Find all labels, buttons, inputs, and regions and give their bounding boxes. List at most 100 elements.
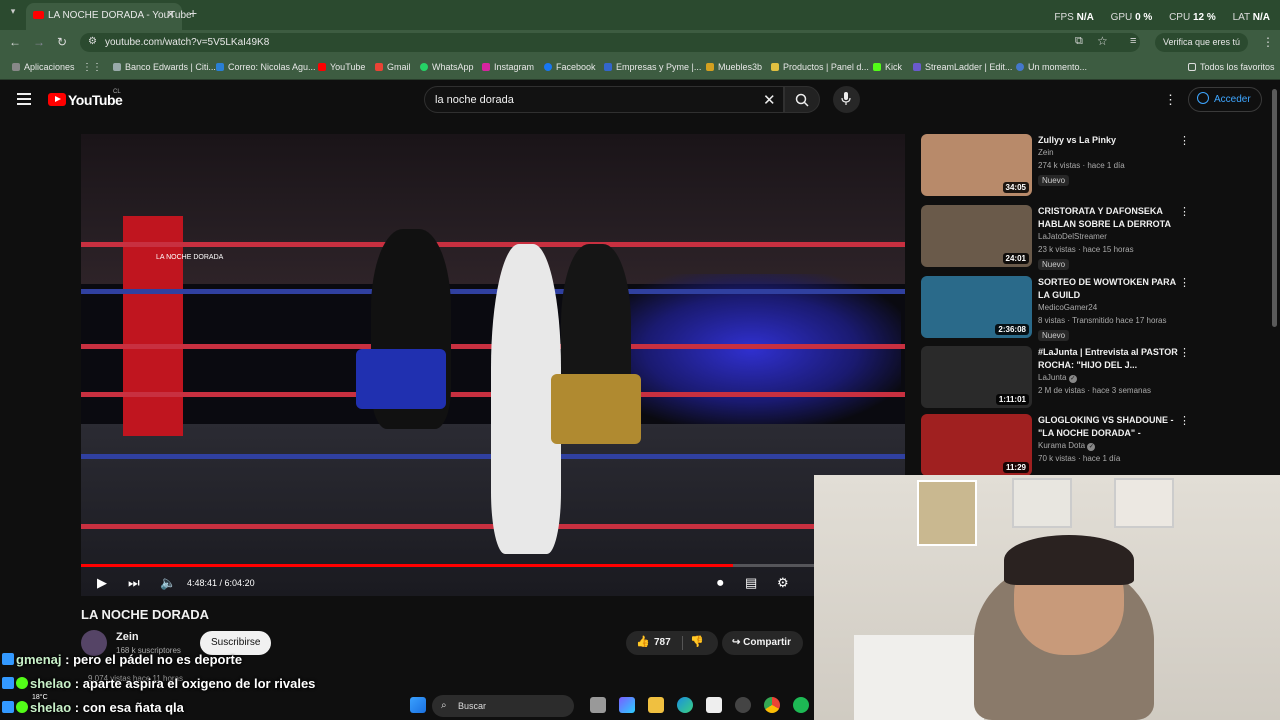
forward-icon[interactable]: →	[33, 35, 45, 49]
bookmark-item[interactable]: Banco Edwards | Citi...	[113, 62, 216, 72]
recommendation-title[interactable]: #LaJunta | Entrevista al PASTOR ROCHA: "…	[1038, 346, 1178, 372]
install-app-icon[interactable]: ⧉	[1075, 35, 1083, 48]
recommendation-thumbnail[interactable]: 1:11:01	[921, 346, 1032, 408]
taskbar-search[interactable]: ⌕ Buscar	[432, 695, 574, 717]
menu-icon[interactable]	[17, 93, 31, 105]
recommendation-menu-icon[interactable]: ⋮	[1179, 414, 1190, 427]
browser-toolbar: ← → ↻ ⚙ youtube.com/watch?v=5V5LKaI49K8 …	[0, 30, 1280, 55]
all-favorites-folder[interactable]: Todos los favoritos	[1188, 62, 1275, 72]
video-player[interactable]: LA NOCHE DORADA ▶ ⏭ 🔈 4:48:41 / 6:04:20 …	[81, 134, 905, 596]
recommendation-card[interactable]: 34:05 Zullyy vs La Pinky Zein 274 k vistas …	[921, 134, 1261, 200]
dell-icon[interactable]	[735, 697, 751, 713]
recommendation-menu-icon[interactable]: ⋮	[1179, 205, 1190, 218]
search-input[interactable]: la noche dorada ✕	[424, 86, 784, 113]
bookmark-item[interactable]: StreamLadder | Edit...	[913, 62, 1012, 72]
recommendation-channel[interactable]: Kurama Dota ✓	[1038, 441, 1096, 451]
recommendation-thumbnail[interactable]: 2:36:08	[921, 276, 1032, 338]
stat-value: N/A	[1252, 12, 1270, 23]
volume-icon[interactable]: 🔈	[160, 575, 176, 591]
recommendation-thumbnail[interactable]: 11:29	[921, 414, 1032, 476]
recommendation-title[interactable]: CRISTORATA Y DAFONSEKA HABLAN SOBRE LA D…	[1038, 205, 1178, 232]
recommendation-channel[interactable]: LaJatoDelStreamer	[1038, 232, 1107, 241]
tab-search-icon[interactable]: ▾	[6, 6, 20, 20]
recommendation-menu-icon[interactable]: ⋮	[1179, 346, 1190, 359]
windows-start-icon[interactable]	[410, 697, 426, 713]
dislike-icon[interactable]: 👎	[690, 635, 704, 648]
edge-icon[interactable]	[677, 697, 693, 713]
browser-menu-icon[interactable]: ⋮	[1262, 35, 1274, 49]
recommendation-channel[interactable]: Zein	[1038, 148, 1054, 157]
bookmark-item[interactable]: Empresas y Pyme |...	[604, 62, 701, 72]
ring-rope	[81, 289, 905, 294]
apps-grid-icon[interactable]: ⋮⋮	[82, 62, 102, 73]
recommendation-channel[interactable]: MedicoGamer24	[1038, 303, 1097, 312]
site-info-icon[interactable]: ⚙	[88, 36, 97, 47]
like-count[interactable]: 787	[654, 637, 671, 648]
youtube-header: YouTube CL la noche dorada ✕ ⋮ Acceder	[0, 81, 1280, 121]
settings-kebab-icon[interactable]: ⋮	[1164, 92, 1177, 108]
file-explorer-icon[interactable]	[648, 697, 664, 713]
youtube-favicon-icon	[33, 11, 44, 19]
copilot-icon[interactable]	[619, 697, 635, 713]
sign-in-button[interactable]: Acceder	[1188, 87, 1262, 112]
address-bar[interactable]: ⚙ youtube.com/watch?v=5V5LKaI49K8 ⧉ ☆	[80, 33, 1140, 52]
bookmark-item[interactable]: WhatsApp	[420, 62, 474, 72]
video-time: 4:48:41 / 6:04:20	[187, 578, 255, 588]
fighter-right-shorts	[551, 374, 641, 444]
bookmark-item[interactable]: YouTube	[318, 62, 365, 72]
voice-search-button[interactable]	[833, 86, 860, 113]
recommendation-title[interactable]: Zullyy vs La Pinky	[1038, 134, 1178, 147]
new-tab-icon[interactable]: +	[189, 5, 197, 21]
recommendation-menu-icon[interactable]: ⋮	[1179, 276, 1190, 289]
bookmark-label: Empresas y Pyme |...	[616, 62, 702, 72]
bookmark-item[interactable]: Aplicaciones	[12, 62, 75, 72]
bookmark-item[interactable]: Kick	[873, 62, 902, 72]
share-icon: ↪	[732, 637, 744, 648]
recommendation-title[interactable]: GLOGLOKING VS SHADOUNE - "LA NOCHE DORAD…	[1038, 414, 1178, 441]
like-icon[interactable]: 👍	[636, 635, 650, 648]
bookmark-item[interactable]: Correo: Nicolas Agu...	[216, 62, 316, 72]
reading-list-icon[interactable]: ≡	[1130, 35, 1136, 47]
recommendation-title[interactable]: SORTEO DE WOWTOKEN PARA LA GUILD	[1038, 276, 1178, 302]
bookmark-item[interactable]: Instagram	[482, 62, 534, 72]
tab-youtube[interactable]: LA NOCHE DORADA - YouTube ✕	[26, 3, 192, 30]
recommendation-card[interactable]: 1:11:01 #LaJunta | Entrevista al PASTOR R…	[921, 346, 1261, 412]
video-progress-bar[interactable]	[81, 564, 905, 567]
chat-badge-icon	[16, 701, 28, 713]
page-scrollbar[interactable]	[1272, 89, 1277, 327]
autoplay-toggle-icon[interactable]: ⏺	[717, 575, 724, 591]
spotify-icon[interactable]	[793, 697, 809, 713]
task-view-icon[interactable]	[590, 697, 606, 713]
settings-gear-icon[interactable]: ⚙	[777, 575, 789, 591]
reload-icon[interactable]: ↻	[57, 35, 67, 49]
bookmark-item[interactable]: Muebles3b	[706, 62, 762, 72]
bookmark-star-icon[interactable]: ☆	[1097, 34, 1108, 48]
recommendation-card[interactable]: 24:01 CRISTORATA Y DAFONSEKA HABLAN SOBRE…	[921, 205, 1261, 271]
store-icon[interactable]	[706, 697, 722, 713]
back-icon[interactable]: ←	[9, 35, 21, 49]
share-button[interactable]: ↪ Compartir	[722, 631, 803, 655]
recommendation-card[interactable]: 11:29 GLOGLOKING VS SHADOUNE - "LA NOCHE …	[921, 414, 1261, 480]
recommendation-card[interactable]: 2:36:08 SORTEO DE WOWTOKEN PARA LA GUILD M…	[921, 276, 1261, 342]
channel-name[interactable]: Zein	[116, 631, 139, 643]
tab-close-icon[interactable]: ✕	[166, 8, 175, 21]
recommendation-thumbnail[interactable]: 24:01	[921, 205, 1032, 267]
channel-label: MedicoGamer24	[1038, 303, 1098, 312]
verify-identity-button[interactable]: Verifica que eres tú	[1155, 33, 1249, 52]
bookmark-item[interactable]: Facebook	[544, 62, 596, 72]
recommendation-menu-icon[interactable]: ⋮	[1179, 134, 1190, 147]
weather-widget[interactable]: 18°C	[32, 694, 48, 701]
search-button[interactable]	[784, 86, 820, 113]
subtitles-icon[interactable]: ▤	[745, 575, 757, 591]
search-query: la noche dorada	[435, 94, 514, 106]
chrome-icon[interactable]	[764, 697, 780, 713]
recommendation-thumbnail[interactable]: 34:05	[921, 134, 1032, 196]
share-label: Compartir	[743, 637, 791, 648]
next-icon[interactable]: ⏭	[128, 575, 140, 591]
clear-search-icon[interactable]: ✕	[763, 91, 776, 109]
bookmark-item[interactable]: Un momento...	[1016, 62, 1087, 72]
play-icon[interactable]: ▶	[97, 575, 107, 591]
recommendation-channel[interactable]: LaJunta ✓	[1038, 373, 1077, 383]
bookmark-item[interactable]: Gmail	[375, 62, 411, 72]
bookmark-item[interactable]: Productos | Panel d...	[771, 62, 869, 72]
